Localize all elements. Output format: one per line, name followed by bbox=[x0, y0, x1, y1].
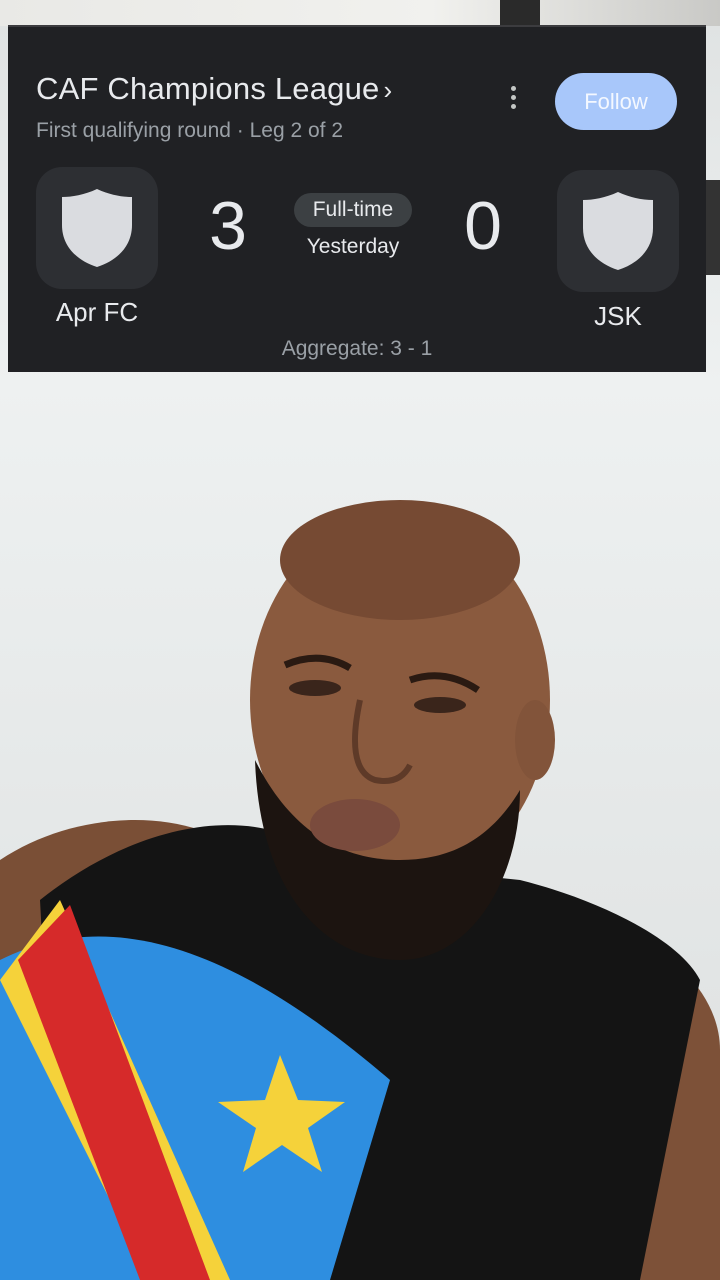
league-name: CAF Champions League bbox=[36, 71, 380, 106]
follow-button[interactable]: Follow bbox=[555, 73, 677, 130]
home-score: 3 bbox=[209, 188, 247, 264]
home-team-name[interactable]: Apr FC bbox=[36, 297, 158, 328]
away-team-crest[interactable] bbox=[557, 170, 679, 292]
away-score: 0 bbox=[464, 188, 502, 264]
aggregate-score: Aggregate: 3 - 1 bbox=[281, 337, 433, 360]
away-team-name[interactable]: JSK bbox=[557, 301, 679, 332]
shield-icon bbox=[583, 192, 653, 270]
more-dot bbox=[510, 85, 516, 91]
more-dot bbox=[510, 103, 516, 109]
home-team-crest[interactable] bbox=[36, 167, 158, 289]
match-round-subtitle: First qualifying round · Leg 2 of 2 bbox=[36, 119, 344, 142]
match-status-badge: Full-time bbox=[294, 193, 412, 227]
more-vert-icon[interactable] bbox=[498, 79, 528, 115]
shield-icon bbox=[62, 189, 132, 267]
more-dot bbox=[510, 94, 516, 100]
match-score-card[interactable]: CAF Champions League › First qualifying r… bbox=[8, 25, 706, 372]
league-title-link[interactable]: CAF Champions League › bbox=[36, 71, 392, 107]
match-date: Yesterday bbox=[306, 235, 400, 258]
chevron-right-icon: › bbox=[383, 75, 393, 105]
